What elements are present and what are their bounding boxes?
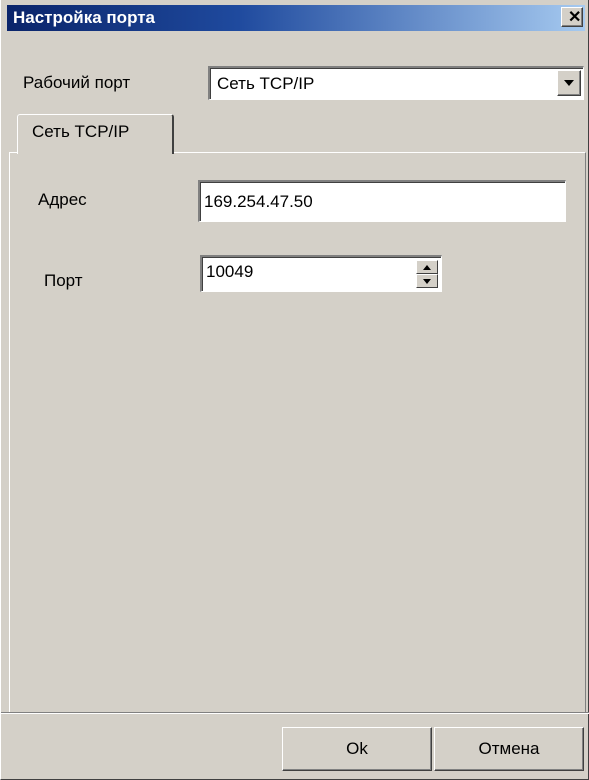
chevron-down-icon[interactable] (557, 70, 581, 96)
working-port-label: Рабочий порт (23, 73, 131, 92)
port-stepper[interactable]: 10049 (200, 255, 442, 292)
ok-button[interactable]: Ok (282, 727, 432, 771)
arrow-down-icon[interactable] (416, 274, 438, 288)
footer-separator (1, 712, 589, 714)
close-icon: ✕ (568, 9, 582, 26)
working-port-select[interactable]: Сеть TCP/IP (208, 66, 584, 100)
address-label: Адрес (38, 190, 87, 209)
address-input[interactable] (198, 180, 566, 222)
working-port-selected-value: Сеть TCP/IP (217, 74, 315, 93)
tab-panel-tcp-ip (9, 152, 586, 712)
port-settings-dialog: Настройка порта ✕ Рабочий порт Сеть TCP/… (0, 0, 589, 780)
port-value: 10049 (206, 262, 254, 281)
cancel-button[interactable]: Отмена (434, 727, 584, 771)
port-stepper-buttons (416, 260, 438, 288)
arrow-up-icon[interactable] (416, 260, 438, 274)
tab-tcp-ip-label: Сеть TCP/IP (32, 122, 130, 141)
title-bar[interactable]: Настройка порта ✕ (7, 5, 585, 31)
close-button[interactable]: ✕ (561, 7, 583, 27)
window-title: Настройка порта (13, 8, 156, 27)
tab-tcp-ip[interactable]: Сеть TCP/IP (17, 114, 174, 154)
port-label: Порт (44, 271, 83, 290)
